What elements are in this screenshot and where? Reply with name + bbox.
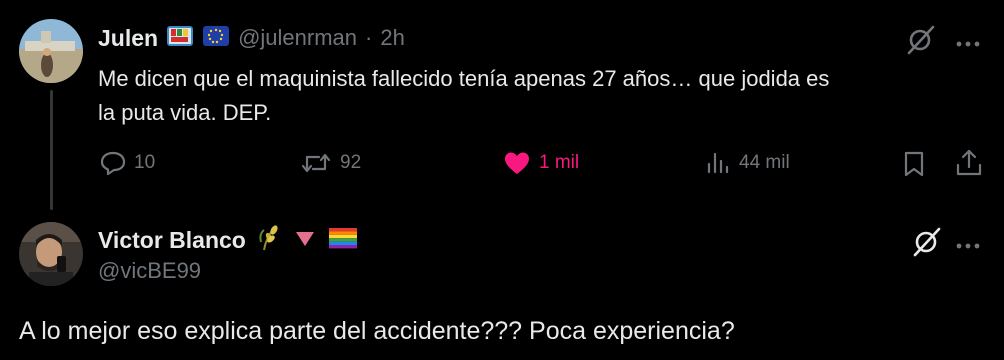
avatar-julen[interactable] [19,19,83,83]
reply-button[interactable]: 10 [100,150,155,176]
views-count: 44 mil [739,152,790,173]
tweet-timestamp[interactable]: 2h [380,25,404,51]
grok-slash-circle-icon[interactable] [909,227,943,262]
reply-author-name[interactable]: Victor Blanco [98,227,246,254]
tweet-header: Julen @julenrman · 2h [98,22,405,54]
views-bar-chart-icon [705,150,731,176]
more-dots-icon[interactable] [955,35,981,53]
like-button[interactable]: 1 mil [503,150,579,176]
avatar-victor[interactable] [19,222,83,286]
retweet-count: 92 [340,152,362,173]
more-dots-icon[interactable] [955,237,981,255]
heart-icon [503,150,531,176]
retweet-button[interactable]: 92 [300,150,361,176]
ikurrina-flag-badge [166,25,194,52]
retweet-icon [300,150,332,176]
eu-flag-badge [202,25,230,52]
reply-author-handle[interactable]: @vicBE99 [98,258,201,284]
tweet-text-line-2: la puta vida. DEP. [98,100,272,125]
reply-bubble-icon [100,150,126,176]
tweet-text: Me dicen que el maquinista fallecido ten… [98,62,978,130]
author-name[interactable]: Julen [98,25,158,52]
like-count: 1 mil [539,152,580,173]
reply-count: 10 [134,152,156,173]
pink-triangle-badge [292,227,318,254]
reply-text: A lo mejor eso explica parte del acciden… [19,317,735,345]
share-icon[interactable] [955,148,983,183]
bookmark-icon[interactable] [902,150,926,183]
author-handle[interactable]: @julenrman [238,25,357,51]
reply-header: Victor Blanco [98,224,358,256]
grok-slash-circle-icon[interactable] [903,25,937,60]
views-button[interactable]: 44 mil [705,150,790,176]
tweet-text-line-1: Me dicen que el maquinista fallecido ten… [98,66,830,91]
header-separator: · [365,25,373,50]
plant-emoji-badge [256,224,282,257]
thread-connector-line [50,90,53,210]
rainbow-flag-badge [328,227,358,254]
